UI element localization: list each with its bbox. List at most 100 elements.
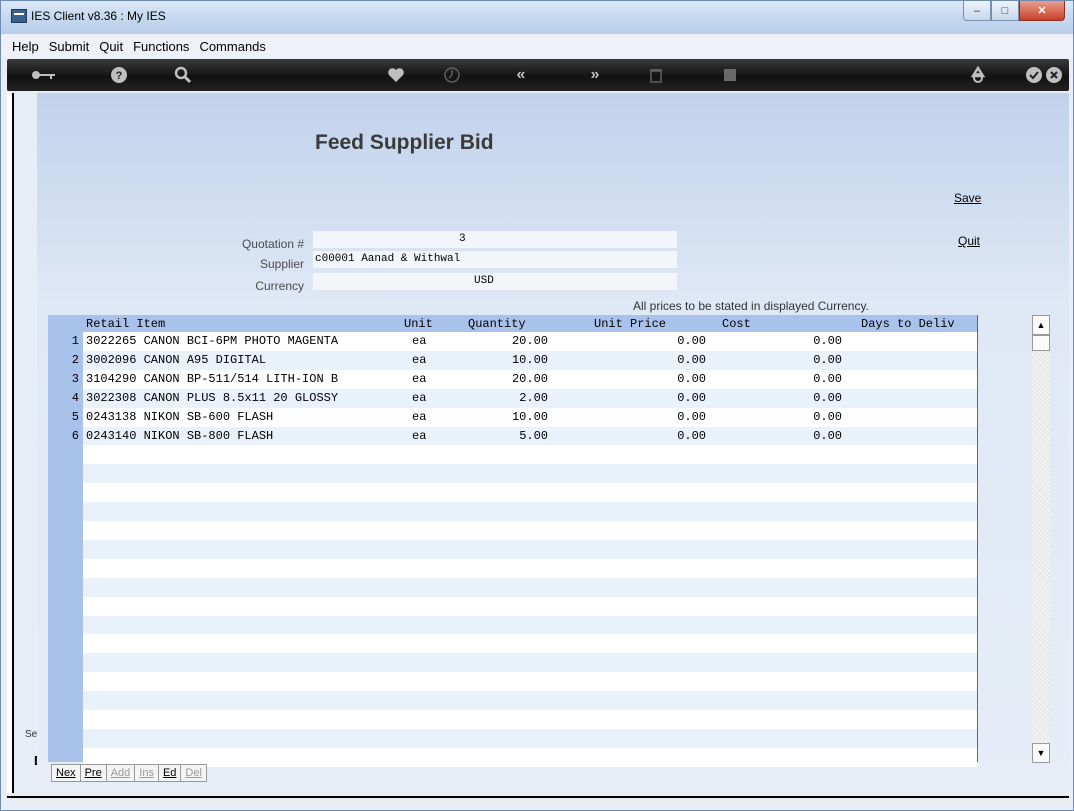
table-row[interactable] <box>48 653 977 673</box>
table-row[interactable] <box>48 672 977 692</box>
table-row[interactable] <box>48 558 977 578</box>
cell-retail-item[interactable]: 3002096 CANON A95 DIGITAL <box>86 351 266 370</box>
menu-submit[interactable]: Submit <box>44 39 94 54</box>
cell-retail-item[interactable]: 3022265 CANON BCI-6PM PHOTO MAGENTA <box>86 332 338 351</box>
grid-header: Retail Item Unit Quantity Unit Price Cos… <box>48 315 977 332</box>
scroll-up-icon[interactable]: ▲ <box>1032 315 1050 335</box>
cell-quantity[interactable]: 10.00 <box>512 351 548 370</box>
add-button[interactable]: Add <box>107 765 136 781</box>
check-icon[interactable] <box>1023 65 1045 85</box>
header-unit[interactable]: Unit <box>404 317 433 331</box>
menu-help[interactable]: Help <box>7 39 44 54</box>
previous-button[interactable]: Pre <box>81 765 107 781</box>
cell-cost[interactable]: 0.00 <box>813 332 842 351</box>
cell-retail-item[interactable]: 0243140 NIKON SB-800 FLASH <box>86 427 273 446</box>
cell-quantity[interactable]: 10.00 <box>512 408 548 427</box>
insert-button[interactable]: Ins <box>135 765 159 781</box>
cell-quantity[interactable]: 5.00 <box>519 427 548 446</box>
cell-unit-price[interactable]: 0.00 <box>677 389 706 408</box>
table-row[interactable] <box>48 615 977 635</box>
cell-unit-price[interactable]: 0.00 <box>677 408 706 427</box>
table-row[interactable]: 5 0243138 NIKON SB-600 FLASH ea 10.00 0.00 0.… <box>48 407 977 427</box>
table-row[interactable]: 4 3022308 CANON PLUS 8.5x11 20 GLOSSY ea 2.… <box>48 388 977 408</box>
table-row[interactable] <box>48 634 977 654</box>
table-row[interactable] <box>48 577 977 597</box>
menu-quit[interactable]: Quit <box>94 39 128 54</box>
table-row[interactable]: 2 3002096 CANON A95 DIGITAL ea 10.00 0.00 0.0… <box>48 350 977 370</box>
table-row[interactable] <box>48 728 977 748</box>
cell-retail-item[interactable]: 3104290 CANON BP-511/514 LITH-ION B <box>86 370 338 389</box>
cell-quantity[interactable]: 20.00 <box>512 370 548 389</box>
row-stripe <box>83 710 977 729</box>
close-window-button[interactable]: ✕ <box>1019 1 1065 21</box>
table-row[interactable]: 3 3104290 CANON BP-511/514 LITH-ION B ea 20… <box>48 369 977 389</box>
close-icon[interactable] <box>1043 65 1065 85</box>
scroll-down-icon[interactable]: ▼ <box>1032 743 1050 763</box>
cell-cost[interactable]: 0.00 <box>813 370 842 389</box>
header-retail-item[interactable]: Retail Item <box>86 317 165 331</box>
header-cost[interactable]: Cost <box>722 317 751 331</box>
trash-icon[interactable] <box>645 65 667 85</box>
currency-note: All prices to be stated in displayed Cur… <box>633 299 869 313</box>
table-row[interactable] <box>48 502 977 522</box>
menu-commands[interactable]: Commands <box>194 39 270 54</box>
fastforward-icon[interactable]: » <box>583 65 607 85</box>
cell-unit-price[interactable]: 0.00 <box>677 351 706 370</box>
cell-unit[interactable]: ea <box>412 408 426 427</box>
left-edge <box>7 93 14 793</box>
cell-cost[interactable]: 0.00 <box>813 389 842 408</box>
bid-grid[interactable]: Retail Item Unit Quantity Unit Price Cos… <box>48 315 978 767</box>
search-icon[interactable] <box>172 65 194 85</box>
quotation-field[interactable]: 3 <box>313 231 677 249</box>
supplier-field[interactable]: c00001 Aanad & Withwal <box>313 251 677 269</box>
cell-unit[interactable]: ea <box>412 332 426 351</box>
cell-unit[interactable]: ea <box>412 389 426 408</box>
table-row[interactable] <box>48 483 977 503</box>
menu-functions[interactable]: Functions <box>128 39 194 54</box>
rewind-icon[interactable]: « <box>509 65 533 85</box>
clock-icon[interactable] <box>441 65 463 85</box>
save-link[interactable]: Save <box>954 191 981 205</box>
cell-cost[interactable]: 0.00 <box>813 408 842 427</box>
table-row[interactable] <box>48 445 977 465</box>
table-row[interactable]: 1 3022265 CANON BCI-6PM PHOTO MAGENTA ea 20… <box>48 332 977 351</box>
header-days-to-deliv[interactable]: Days to Deliv <box>861 317 955 331</box>
table-row[interactable] <box>48 691 977 711</box>
table-row[interactable] <box>48 464 977 484</box>
vertical-scrollbar[interactable]: ▲ ▼ <box>1032 315 1050 763</box>
edit-button[interactable]: Ed <box>159 765 182 781</box>
key-icon[interactable] <box>29 65 59 85</box>
heart-icon[interactable] <box>385 65 407 85</box>
quit-link[interactable]: Quit <box>958 234 980 248</box>
table-row[interactable] <box>48 521 977 540</box>
table-row[interactable]: 6 0243140 NIKON SB-800 FLASH ea 5.00 0.00 0.0… <box>48 426 977 446</box>
delete-button[interactable]: Del <box>181 765 206 781</box>
cell-retail-item[interactable]: 0243138 NIKON SB-600 FLASH <box>86 408 273 427</box>
maximize-button[interactable]: □ <box>991 1 1019 21</box>
cell-unit-price[interactable]: 0.00 <box>677 332 706 351</box>
toolbar: ? « » <box>7 59 1069 91</box>
currency-field[interactable]: USD <box>313 273 677 291</box>
cell-unit[interactable]: ea <box>412 351 426 370</box>
cell-quantity[interactable]: 20.00 <box>512 332 548 351</box>
header-quantity[interactable]: Quantity <box>468 317 526 331</box>
help-icon[interactable]: ? <box>109 65 129 85</box>
cell-quantity[interactable]: 2.00 <box>519 389 548 408</box>
table-row[interactable] <box>48 710 977 729</box>
cell-cost[interactable]: 0.00 <box>813 351 842 370</box>
cell-unit[interactable]: ea <box>412 370 426 389</box>
cell-retail-item[interactable]: 3022308 CANON PLUS 8.5x11 20 GLOSSY <box>86 389 338 408</box>
header-unit-price[interactable]: Unit Price <box>594 317 666 331</box>
cell-unit-price[interactable]: 0.00 <box>677 427 706 446</box>
scroll-thumb[interactable] <box>1032 335 1050 351</box>
stop-icon[interactable] <box>719 65 741 85</box>
recycle-icon[interactable] <box>967 65 989 85</box>
table-row[interactable] <box>48 596 977 616</box>
cell-unit[interactable]: ea <box>412 427 426 446</box>
quotation-label: Quotation # <box>241 237 304 251</box>
table-row[interactable] <box>48 539 977 559</box>
minimize-button[interactable]: – <box>963 1 991 21</box>
cell-cost[interactable]: 0.00 <box>813 427 842 446</box>
cell-unit-price[interactable]: 0.00 <box>677 370 706 389</box>
next-button[interactable]: Nex <box>52 765 81 781</box>
